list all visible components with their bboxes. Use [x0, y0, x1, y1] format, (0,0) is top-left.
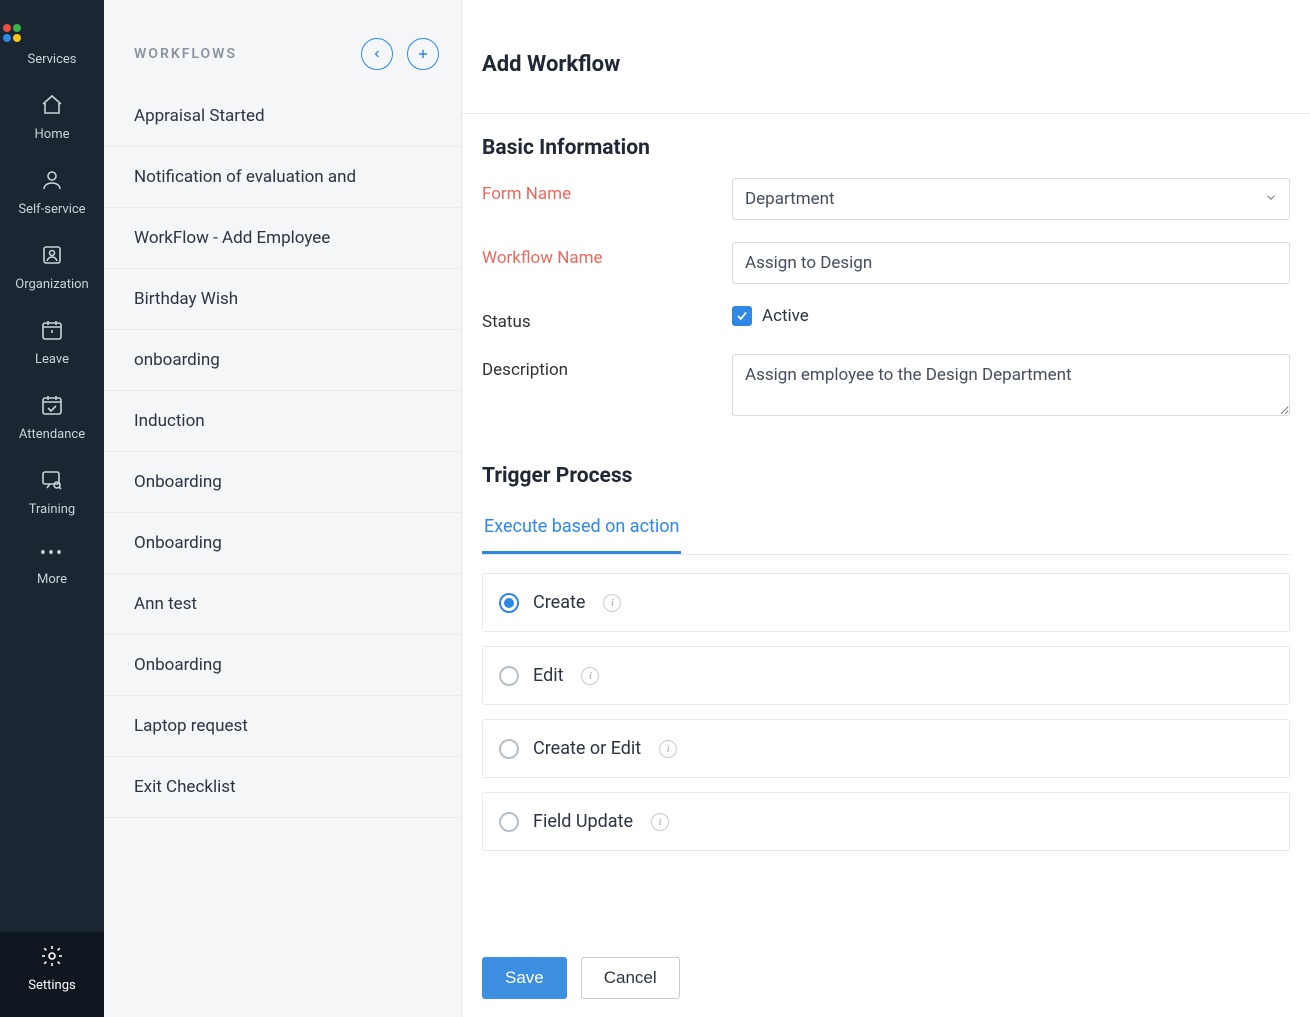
nav-label: Services [28, 52, 77, 67]
trigger-option-field-update[interactable]: Field Update i [482, 792, 1290, 851]
list-item[interactable]: Birthday Wish [104, 269, 461, 330]
status-label: Status [482, 306, 732, 332]
nav-home[interactable]: Home [0, 81, 104, 156]
radio-icon [499, 593, 519, 613]
trigger-option-label: Field Update [533, 811, 633, 832]
nav-settings[interactable]: Settings [0, 932, 104, 1017]
save-button[interactable]: Save [482, 957, 567, 999]
chevron-left-icon [371, 48, 383, 60]
list-item[interactable]: Onboarding [104, 635, 461, 696]
footer-actions: Save Cancel [462, 939, 1310, 1017]
info-icon[interactable]: i [659, 740, 677, 758]
calendar-check-icon [40, 393, 64, 417]
main-body: Basic Information Form Name Department W [462, 114, 1310, 939]
radio-icon [499, 812, 519, 832]
app-root: Services Home Self-service Organization … [0, 0, 1310, 1017]
info-icon[interactable]: i [581, 667, 599, 685]
workflow-name-label: Workflow Name [482, 242, 732, 268]
cancel-button[interactable]: Cancel [581, 957, 680, 999]
workflow-name-input[interactable] [732, 242, 1290, 284]
main-panel: Add Workflow Basic Information Form Name… [462, 0, 1310, 1017]
list-item[interactable]: Onboarding [104, 452, 461, 513]
workflow-list-panel: WORKFLOWS Appraisal Started Notification… [104, 0, 462, 1017]
person-icon [40, 168, 64, 192]
nav-label: Settings [28, 978, 75, 993]
workflow-list: Appraisal Started Notification of evalua… [104, 86, 461, 818]
list-item[interactable]: Laptop request [104, 696, 461, 757]
trigger-option-create-or-edit[interactable]: Create or Edit i [482, 719, 1290, 778]
chat-search-icon [40, 468, 64, 492]
info-icon[interactable]: i [651, 813, 669, 831]
nav-training[interactable]: Training [0, 456, 104, 531]
trigger-option-label: Create [533, 592, 585, 613]
nav-services[interactable]: Services [0, 12, 104, 81]
trigger-tab-execute[interactable]: Execute based on action [482, 506, 681, 554]
nav-label: Self-service [18, 202, 85, 217]
list-item[interactable]: Induction [104, 391, 461, 452]
home-icon [40, 93, 64, 117]
nav-label: Attendance [19, 427, 85, 442]
plus-icon [416, 47, 430, 61]
nav-leave[interactable]: Leave [0, 306, 104, 381]
nav-organization[interactable]: Organization [0, 231, 104, 306]
basic-info-heading: Basic Information [482, 114, 1290, 178]
list-item[interactable]: Onboarding [104, 513, 461, 574]
nav-attendance[interactable]: Attendance [0, 381, 104, 456]
list-item[interactable]: Appraisal Started [104, 86, 461, 147]
nav-label: Leave [35, 352, 69, 367]
trigger-radio-list: Create i Edit i Create or Edit i Field U… [482, 573, 1290, 851]
gear-icon [40, 944, 64, 968]
calendar-alert-icon [40, 318, 64, 342]
description-row: Description [482, 354, 1290, 420]
active-checkbox-label: Active [762, 306, 809, 326]
radio-icon [499, 739, 519, 759]
check-icon [735, 309, 749, 323]
workflow-list-heading: WORKFLOWS [134, 46, 237, 62]
nav-label: More [37, 572, 67, 587]
status-row: Status Active [482, 306, 1290, 332]
description-label: Description [482, 354, 732, 380]
workflow-list-header: WORKFLOWS [104, 0, 461, 86]
form-name-select[interactable]: Department [732, 178, 1290, 220]
active-checkbox[interactable] [732, 306, 752, 326]
page-title: Add Workflow [462, 0, 1310, 114]
list-item[interactable]: onboarding [104, 330, 461, 391]
trigger-option-edit[interactable]: Edit i [482, 646, 1290, 705]
description-textarea[interactable] [732, 354, 1290, 416]
left-nav: Services Home Self-service Organization … [0, 0, 104, 1017]
back-button[interactable] [361, 38, 393, 70]
info-icon[interactable]: i [603, 594, 621, 612]
nav-label: Organization [15, 277, 88, 292]
form-name-label: Form Name [482, 178, 732, 204]
trigger-option-label: Create or Edit [533, 738, 641, 759]
nav-label: Home [35, 127, 70, 142]
trigger-tabbar: Execute based on action [482, 506, 1290, 555]
more-dots-icon: ••• [0, 543, 104, 564]
trigger-option-label: Edit [533, 665, 563, 686]
trigger-heading: Trigger Process [482, 442, 1290, 506]
form-name-row: Form Name Department [482, 178, 1290, 220]
list-item[interactable]: Notification of evaluation and [104, 147, 461, 208]
list-item[interactable]: Exit Checklist [104, 757, 461, 818]
app-logo-icon [0, 24, 24, 42]
nav-self-service[interactable]: Self-service [0, 156, 104, 231]
workflow-name-row: Workflow Name [482, 242, 1290, 284]
list-item[interactable]: Ann test [104, 574, 461, 635]
radio-icon [499, 666, 519, 686]
nav-more[interactable]: ••• More [0, 531, 104, 601]
list-item[interactable]: WorkFlow - Add Employee [104, 208, 461, 269]
add-workflow-button[interactable] [407, 38, 439, 70]
org-icon [40, 243, 64, 267]
nav-label: Training [29, 502, 75, 517]
trigger-option-create[interactable]: Create i [482, 573, 1290, 632]
